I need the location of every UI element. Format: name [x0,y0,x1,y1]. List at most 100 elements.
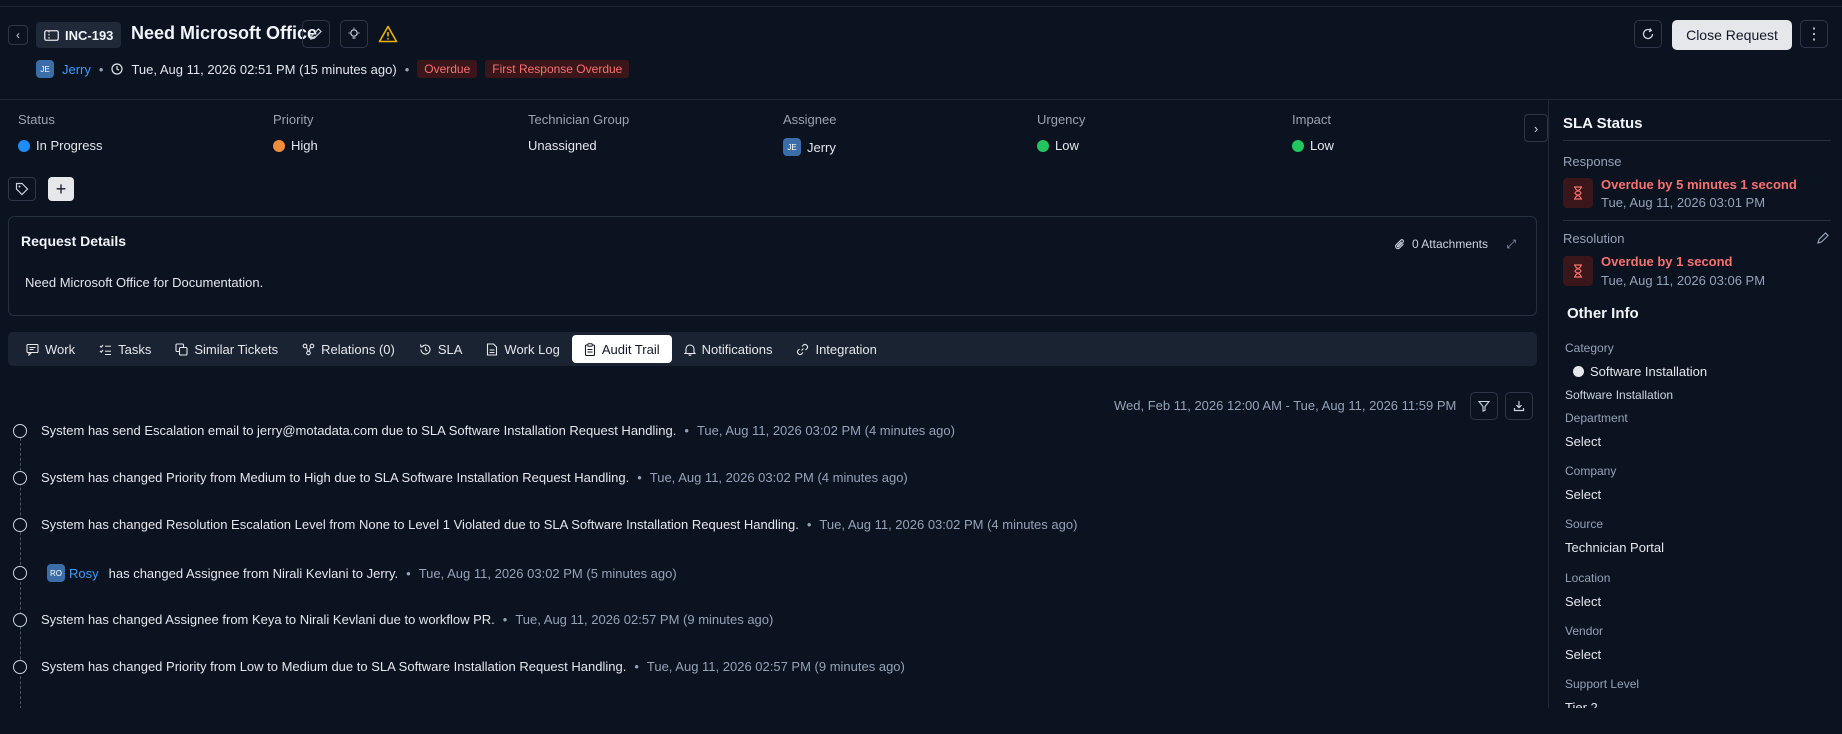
tab-similar-tickets[interactable]: Similar Tickets [163,335,290,363]
location-select[interactable]: Select [1565,594,1601,609]
response-label: Response [1563,154,1622,169]
company-select[interactable]: Select [1565,487,1601,502]
category-dot [1573,366,1584,377]
category-text: Software Installation [1590,364,1708,379]
collapse-icon[interactable]: ⤢ [1506,237,1516,252]
filter-button[interactable] [1470,392,1498,420]
tab-relations-label: Relations (0) [321,341,395,357]
more-options-button[interactable]: ⋮ [1800,20,1828,48]
bottom-bar [0,708,1842,734]
assignee-label: Assignee [783,112,837,127]
pencil-icon [1817,232,1829,244]
urgency-field[interactable]: Urgency Low [1037,112,1085,153]
timeline-marker [13,470,27,485]
priority-value: High [291,138,318,153]
chat-icon [26,343,39,356]
edit-title-button[interactable] [302,20,330,48]
pencil-icon [310,28,322,40]
assignee-field[interactable]: Assignee JE Jerry [783,112,836,156]
request-details-panel: Request Details 0 Attachments ⤢ Need Mic… [8,216,1537,316]
filter-icon [1478,400,1490,412]
timeline-marker [13,517,27,532]
request-header: ‹ INC-193 Need Microsoft Office JE Jerry… [0,0,1842,100]
separator-dot: • [806,517,812,532]
technician-group-value: Unassigned [528,138,597,153]
copy-icon [175,342,188,356]
department-select[interactable]: Select [1565,434,1601,449]
vendor-select[interactable]: Select [1565,647,1601,662]
paperclip-icon [1395,238,1404,249]
assignee-value: Jerry [807,139,836,155]
refresh-button[interactable] [1634,20,1662,48]
resolution-overdue: Overdue by 1 second [1601,254,1733,269]
technician-group-field[interactable]: Technician Group Unassigned [528,112,629,153]
idea-button[interactable] [340,20,368,48]
tab-audit-trail[interactable]: Audit Trail [571,335,672,363]
attachments-link[interactable]: 0 Attachments [1394,237,1488,251]
separator-dot: • [634,659,639,674]
audit-text: System has changed Priority from Low to … [41,659,627,674]
audit-time: Tue, Aug 11, 2026 03:02 PM (5 minutes ag… [418,565,677,581]
tab-tasks[interactable]: Tasks [87,335,163,363]
user-link[interactable]: Rosy [69,566,99,581]
support-level-select[interactable]: Tier 2 [1565,700,1598,708]
impact-field[interactable]: Impact Low [1292,112,1334,153]
audit-text: System has send Escalation email to jerr… [41,423,677,438]
tags-button[interactable] [8,177,36,201]
status-label: Status [18,112,55,127]
impact-label: Impact [1292,112,1332,127]
page-title: Need Microsoft Office [131,23,318,43]
expand-sidebar-button[interactable]: › [1524,114,1548,142]
department-label: Department [1565,411,1628,425]
tab-notifications[interactable]: Notifications [672,335,785,363]
priority-field[interactable]: Priority High [273,112,318,153]
edit-resolution-button[interactable] [1816,231,1830,248]
add-tag-button[interactable]: + [48,177,74,201]
category-label: Category [1565,341,1614,355]
separator-dot: • [404,61,410,77]
audit-date-range[interactable]: Wed, Feb 11, 2026 12:00 AM - Tue, Aug 11… [1114,398,1456,413]
audit-time: Tue, Aug 11, 2026 02:57 PM (9 minutes ag… [515,612,774,627]
audit-time: Tue, Aug 11, 2026 03:02 PM (4 minutes ag… [649,470,908,485]
audit-item: System has changed Resolution Escalation… [13,517,1077,532]
tab-work-log[interactable]: Work Log [474,335,571,363]
attachments-count: 0 Attachments [1411,237,1488,251]
priority-label: Priority [273,112,314,127]
audit-text: System has changed Assignee from Keya to… [41,612,495,627]
audit-time: Tue, Aug 11, 2026 03:02 PM (4 minutes ag… [819,517,1078,532]
separator-dot: • [637,470,642,485]
source-select[interactable]: Technician Portal [1565,540,1664,555]
vendor-label: Vendor [1565,624,1604,638]
audit-item: System has changed Priority from Medium … [13,470,908,485]
tab-relations[interactable]: Relations (0) [290,335,407,363]
tab-similar-tickets-label: Similar Tickets [194,341,279,357]
tab-work-log-label: Work Log [504,341,560,357]
timeline-marker [13,566,27,580]
audit-item: RO Rosy has changed Assignee from Nirali… [13,564,677,582]
status-field[interactable]: Status In Progress [18,112,102,153]
tab-integration[interactable]: Integration [784,335,888,363]
created-time: Tue, Aug 11, 2026 02:51 PM (15 minutes a… [131,61,397,77]
audit-timeline: System has send Escalation email to jerr… [13,418,1120,714]
audit-time: Tue, Aug 11, 2026 02:57 PM (9 minutes ag… [646,659,905,674]
audit-text: has changed Assignee from Nirali Kevlani… [108,565,399,581]
request-fields: Status In Progress Priority High Technic… [18,112,1518,162]
warning-icon [378,25,398,46]
refresh-icon [1642,28,1654,40]
download-button[interactable] [1505,392,1533,420]
category-value[interactable]: Software Installation [1573,364,1707,379]
tab-integration-label: Integration [815,341,877,357]
separator-dot: • [502,612,508,627]
company-label: Company [1565,464,1617,478]
sla-sidebar: SLA Status Response Overdue by 5 minutes… [1548,100,1842,708]
back-button[interactable]: ‹ [8,25,28,45]
close-request-button[interactable]: Close Request [1672,20,1792,50]
tab-audit-trail-label: Audit Trail [601,341,660,357]
first-response-overdue-tag: First Response Overdue [485,60,630,78]
tab-work[interactable]: Work [14,335,87,363]
audit-item: System has changed Assignee from Keya to… [13,612,773,627]
tab-sla[interactable]: SLA [407,335,475,363]
requester-link[interactable]: Jerry [62,62,91,77]
tab-notifications-label: Notifications [701,341,773,357]
urgency-value: Low [1055,138,1079,153]
